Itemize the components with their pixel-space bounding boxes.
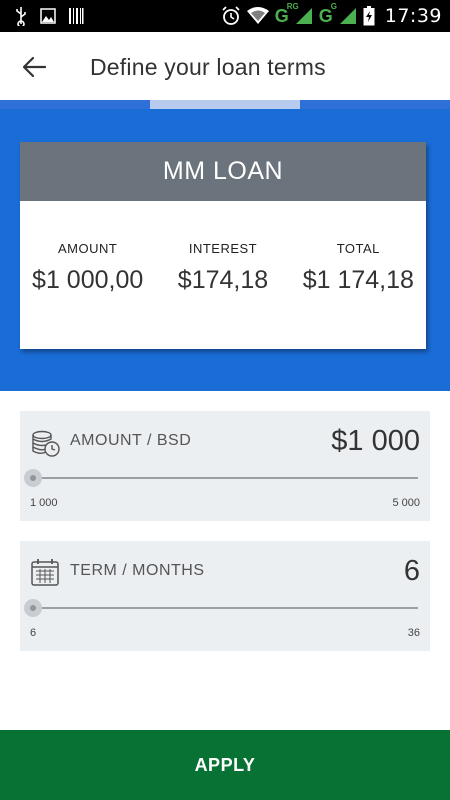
term-value: 6	[403, 555, 420, 587]
summary-total-label: TOTAL	[336, 241, 380, 256]
summary-amount-value: $1 000,00	[32, 266, 144, 294]
wifi-icon	[246, 7, 269, 24]
signal-icon-2	[339, 8, 356, 24]
usb-icon	[16, 7, 26, 26]
clock-time: 17:39	[384, 5, 442, 27]
summary-amount: AMOUNT $1 000,00	[20, 201, 155, 349]
summary-interest-value: $174,18	[177, 266, 269, 294]
system-icons: G RG GG 17:39	[221, 1, 442, 28]
term-label: TERM / MONTHS	[70, 562, 205, 579]
amount-min-label: 1 000	[30, 497, 58, 509]
step-progress-bar	[0, 100, 450, 109]
term-slider-track[interactable]	[32, 607, 418, 609]
loan-summary-card: MM LOAN AMOUNT $1 000,00 INTEREST $174,1…	[20, 142, 426, 349]
amount-label: AMOUNT / BSD	[70, 432, 192, 449]
summary-total-value: $1 174,18	[302, 266, 414, 294]
network-type-1: G RG	[274, 1, 299, 26]
amount-slider-thumb[interactable]	[24, 469, 42, 487]
term-slider-panel: TERM / MONTHS 6 6 36	[20, 541, 430, 651]
amount-slider-track[interactable]	[32, 477, 418, 479]
summary-interest: INTEREST $174,18	[155, 201, 290, 349]
network-type-2: GG	[318, 1, 337, 26]
term-slider-thumb[interactable]	[24, 599, 42, 617]
calendar-icon	[31, 559, 59, 586]
app-bar: Define your loan terms	[0, 32, 450, 102]
page-title: Define your loan terms	[90, 54, 326, 80]
summary-amount-label: AMOUNT	[57, 241, 118, 256]
summary-total: TOTAL $1 174,18	[291, 201, 426, 349]
image-icon	[40, 8, 56, 24]
alarm-icon	[222, 6, 240, 25]
term-max-label: 36	[407, 627, 420, 639]
notification-icons	[14, 6, 84, 26]
current-step-indicator	[150, 100, 300, 109]
status-bar: G RG GG 17:39	[0, 0, 450, 32]
barcode-icon	[69, 8, 84, 24]
apply-button[interactable]: APPLY	[0, 730, 450, 800]
amount-max-label: 5 000	[392, 497, 420, 509]
loan-name: MM LOAN	[20, 142, 426, 201]
back-arrow-icon[interactable]	[20, 52, 50, 82]
amount-value: $1 000	[331, 425, 420, 457]
coins-clock-icon	[32, 430, 60, 457]
battery-icon	[363, 6, 375, 26]
amount-slider-panel: AMOUNT / BSD $1 000 1 000 5 000	[20, 411, 430, 521]
summary-columns: AMOUNT $1 000,00 INTEREST $174,18 TOTAL …	[20, 201, 426, 349]
summary-interest-label: INTEREST	[188, 241, 258, 256]
term-min-label: 6	[30, 627, 37, 639]
